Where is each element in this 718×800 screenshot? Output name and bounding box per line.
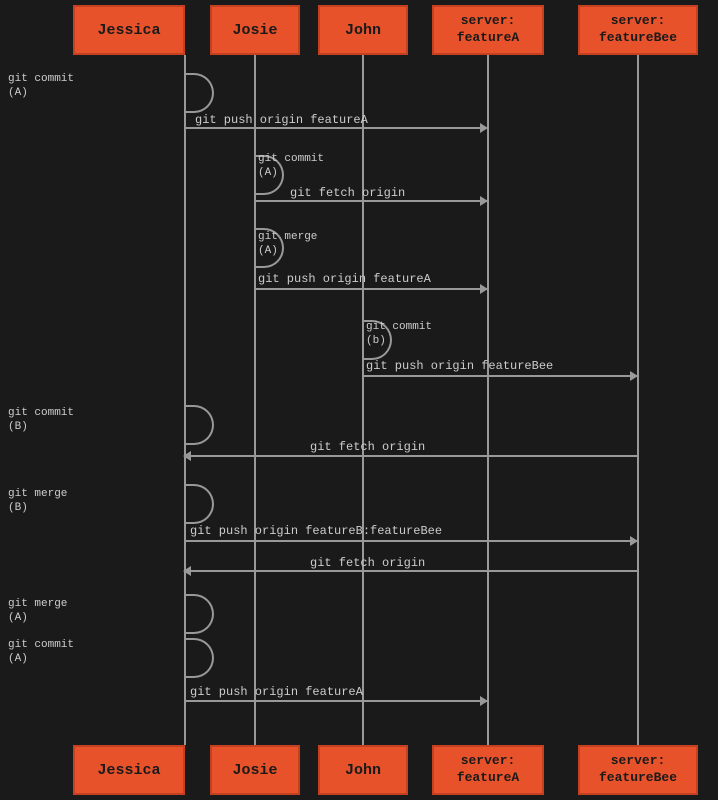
arrow-push-featureB-jessica [184, 540, 637, 542]
label-commit-josie-1: git commit(A) [258, 152, 324, 181]
label-push-featureA-1: git push origin featureA [195, 113, 368, 127]
arrow-push-featureA-1 [184, 127, 487, 129]
self-loop-jessica-1 [184, 73, 214, 113]
self-loop-jessica-4 [184, 594, 214, 634]
self-loop-jessica-5 [184, 638, 214, 678]
label-merge-jessica: git merge(B) [8, 487, 67, 516]
actor-josie-bottom: Josie [210, 745, 300, 795]
label-commit-jessica-1: git commit(A) [8, 72, 74, 101]
arrow-fetch-josie [254, 200, 487, 202]
lifeline-john [362, 55, 364, 745]
actor-servera-top: server:featureA [432, 5, 544, 55]
arrow-fetch-jessica-2 [184, 570, 637, 572]
actor-jessica-bottom: Jessica [73, 745, 185, 795]
label-push-featureB-jessica: git push origin featureB:featureBee [190, 524, 442, 538]
actor-serverbee-top: server:featureBee [578, 5, 698, 55]
lifeline-servera [487, 55, 489, 745]
arrow-push-featureA-josie [254, 288, 487, 290]
label-commit-jessica-3: git commit(A) [8, 638, 74, 667]
self-loop-jessica-3 [184, 484, 214, 524]
label-fetch-jessica-2: git fetch origin [310, 556, 425, 570]
actor-john-bottom: John [318, 745, 408, 795]
actor-servera-bottom: server:featureA [432, 745, 544, 795]
label-fetch-josie: git fetch origin [290, 186, 405, 200]
label-merge-josie: git merge(A) [258, 230, 317, 259]
actor-john-top: John [318, 5, 408, 55]
label-push-featureA-josie: git push origin featureA [258, 272, 431, 286]
label-commit-jessica-2: git commit(B) [8, 406, 74, 435]
label-push-featureBee-john: git push origin featureBee [366, 359, 553, 373]
lifeline-serverbee [637, 55, 639, 745]
arrow-push-featureA-jessica-2 [184, 700, 487, 702]
arrow-fetch-jessica [184, 455, 637, 457]
actor-serverbee-bottom: server:featureBee [578, 745, 698, 795]
self-loop-jessica-2 [184, 405, 214, 445]
actor-jessica-top: Jessica [73, 5, 185, 55]
label-commit-john: git commit(b) [366, 320, 432, 349]
label-push-featureA-jessica-2: git push origin featureA [190, 685, 363, 699]
actor-josie-top: Josie [210, 5, 300, 55]
label-merge-jessica-2: git merge(A) [8, 597, 67, 626]
sequence-diagram: Jessica Josie John server:featureA serve… [0, 0, 718, 800]
label-fetch-jessica: git fetch origin [310, 440, 425, 454]
arrow-push-featureBee-john [362, 375, 637, 377]
